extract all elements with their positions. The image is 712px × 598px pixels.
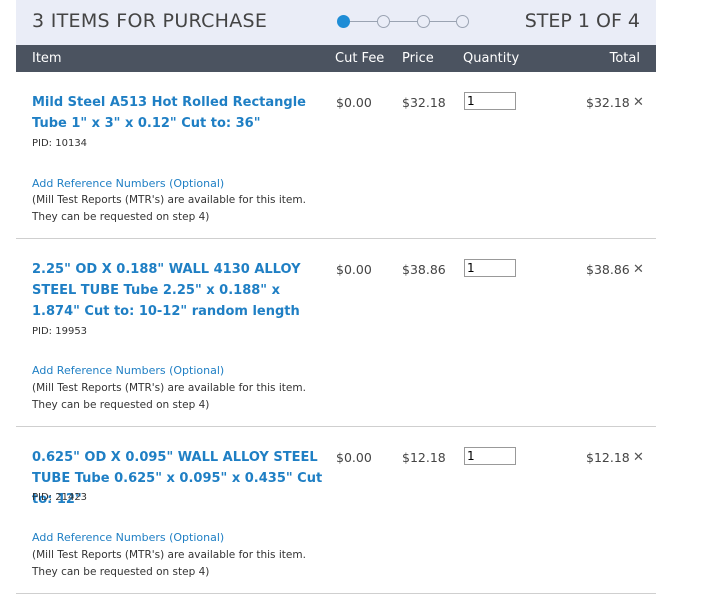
add-reference-numbers-link[interactable]: Add Reference Numbers (Optional) — [32, 177, 224, 190]
item-total: $38.86 — [586, 262, 630, 277]
quantity-input[interactable] — [464, 92, 516, 110]
mtr-note-line2: They can be requested on step 4) — [32, 566, 210, 578]
item-name-link[interactable]: Mild Steel A513 Hot Rolled Rectangle Tub… — [32, 92, 332, 134]
progress-step-2 — [377, 15, 390, 28]
page-title: 3 ITEMS FOR PURCHASE — [32, 10, 268, 32]
mtr-note-line1: (Mill Test Reports (MTR's) are available… — [32, 382, 306, 394]
item-name-link[interactable]: 2.25" OD X 0.188" WALL 4130 ALLOY STEEL … — [32, 259, 332, 322]
progress-step-4 — [456, 15, 469, 28]
column-header-cut-fee: Cut Fee — [335, 51, 385, 66]
cart-header: 3 ITEMS FOR PURCHASE STEP 1 OF 4 — [16, 0, 656, 45]
column-header-quantity: Quantity — [463, 51, 520, 66]
item-pid: PID: 19953 — [32, 326, 88, 337]
table-row: Mild Steel A513 Hot Rolled Rectangle Tub… — [16, 72, 656, 239]
progress-step-1 — [337, 15, 350, 28]
mtr-note-line2: They can be requested on step 4) — [32, 399, 210, 411]
progress-step-3 — [417, 15, 430, 28]
close-icon[interactable]: ✕ — [633, 262, 644, 277]
item-total: $12.18 — [586, 450, 630, 465]
item-pid: PID: 21423 — [32, 492, 88, 503]
cart-panel: 3 ITEMS FOR PURCHASE STEP 1 OF 4 Item Cu… — [16, 0, 656, 598]
close-icon[interactable]: ✕ — [633, 450, 644, 465]
item-cut-fee: $0.00 — [336, 450, 372, 465]
close-icon[interactable]: ✕ — [633, 95, 644, 110]
item-price: $12.18 — [402, 450, 446, 465]
table-row: 0.625" OD X 0.095" WALL ALLOY STEEL TUBE… — [16, 427, 656, 594]
column-header-price: Price — [402, 51, 434, 66]
step-progress — [336, 14, 486, 30]
progress-track — [343, 21, 463, 22]
table-row: 2.25" OD X 0.188" WALL 4130 ALLOY STEEL … — [16, 239, 656, 427]
table-header: Item Cut Fee Price Quantity Total — [16, 45, 656, 72]
column-header-total: Total — [609, 51, 640, 66]
add-reference-numbers-link[interactable]: Add Reference Numbers (Optional) — [32, 531, 224, 544]
item-price: $38.86 — [402, 262, 446, 277]
mtr-note-line1: (Mill Test Reports (MTR's) are available… — [32, 194, 306, 206]
quantity-input[interactable] — [464, 259, 516, 277]
column-header-item: Item — [32, 51, 62, 66]
item-price: $32.18 — [402, 95, 446, 110]
item-total: $32.18 — [586, 95, 630, 110]
item-cut-fee: $0.00 — [336, 95, 372, 110]
add-reference-numbers-link[interactable]: Add Reference Numbers (Optional) — [32, 364, 224, 377]
quantity-input[interactable] — [464, 447, 516, 465]
item-cut-fee: $0.00 — [336, 262, 372, 277]
step-indicator: STEP 1 OF 4 — [524, 10, 640, 32]
mtr-note-line1: (Mill Test Reports (MTR's) are available… — [32, 549, 306, 561]
mtr-note-line2: They can be requested on step 4) — [32, 211, 210, 223]
item-pid: PID: 10134 — [32, 138, 88, 149]
